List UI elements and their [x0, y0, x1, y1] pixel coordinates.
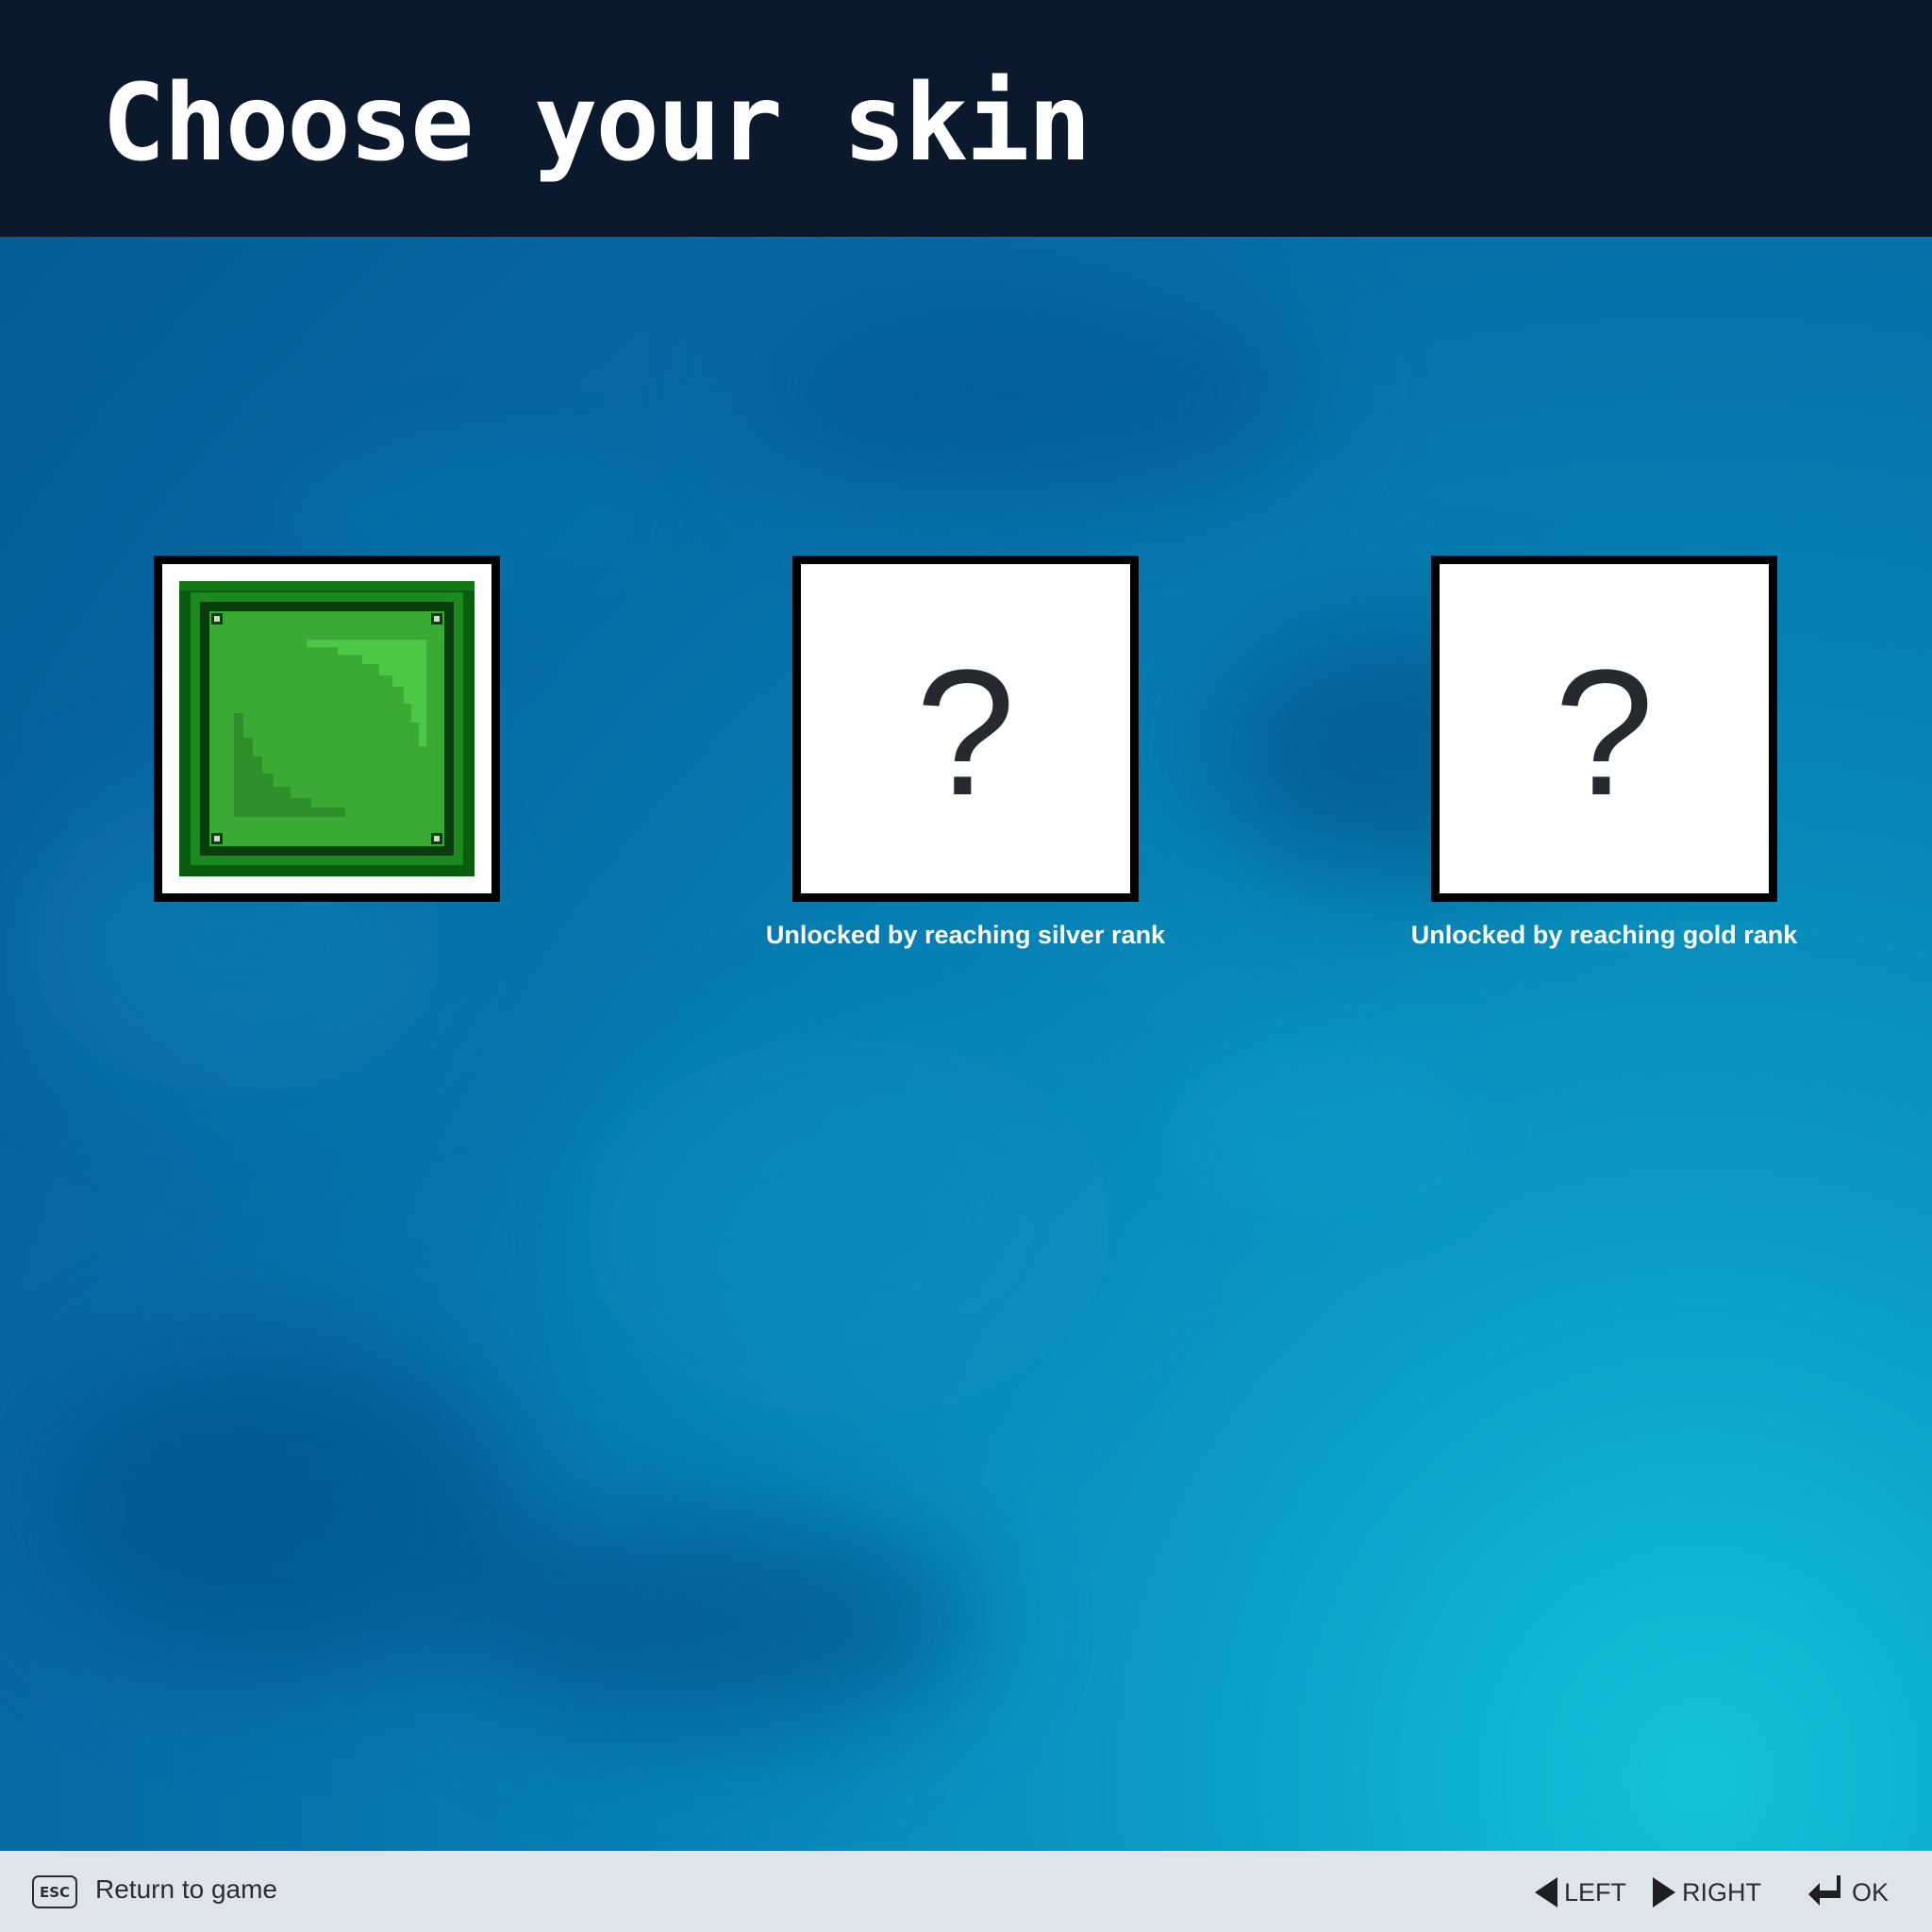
arrow-left-icon [1535, 1877, 1557, 1907]
green-block-skin-icon [179, 581, 475, 876]
question-mark-icon: ? [1554, 632, 1655, 833]
footer-bar: ESC Return to game LEFT RIGHT OK [0, 1851, 1932, 1932]
esc-key-icon[interactable]: ESC [32, 1875, 77, 1908]
left-label: LEFT [1564, 1878, 1627, 1907]
left-hint[interactable]: LEFT [1533, 1875, 1627, 1909]
skin-tile-selected[interactable] [154, 556, 500, 902]
unlock-requirement: Unlocked by reaching silver rank [765, 921, 1166, 949]
ocean-background [28, 283, 1623, 1736]
skin-card-green[interactable] [154, 556, 500, 902]
skin-card-gold[interactable]: ? Unlocked by reaching gold rank [1411, 556, 1797, 949]
page-title: Choose your skin [102, 62, 1091, 185]
skin-tile-locked[interactable]: ? [792, 556, 1139, 902]
question-mark-icon: ? [915, 632, 1016, 833]
header-bar: Choose your skin [0, 0, 1932, 237]
ok-label: OK [1852, 1878, 1890, 1907]
unlock-requirement: Unlocked by reaching gold rank [1410, 921, 1798, 949]
ok-hint[interactable]: OK [1807, 1875, 1891, 1909]
arrow-right-icon [1653, 1877, 1675, 1907]
right-hint[interactable]: RIGHT [1651, 1875, 1764, 1909]
return-to-game-label[interactable]: Return to game [95, 1874, 277, 1905]
enter-key-icon [1808, 1875, 1840, 1906]
right-label: RIGHT [1682, 1878, 1761, 1907]
skin-tile-locked[interactable]: ? [1431, 556, 1777, 902]
skin-card-silver[interactable]: ? Unlocked by reaching silver rank [766, 556, 1165, 949]
